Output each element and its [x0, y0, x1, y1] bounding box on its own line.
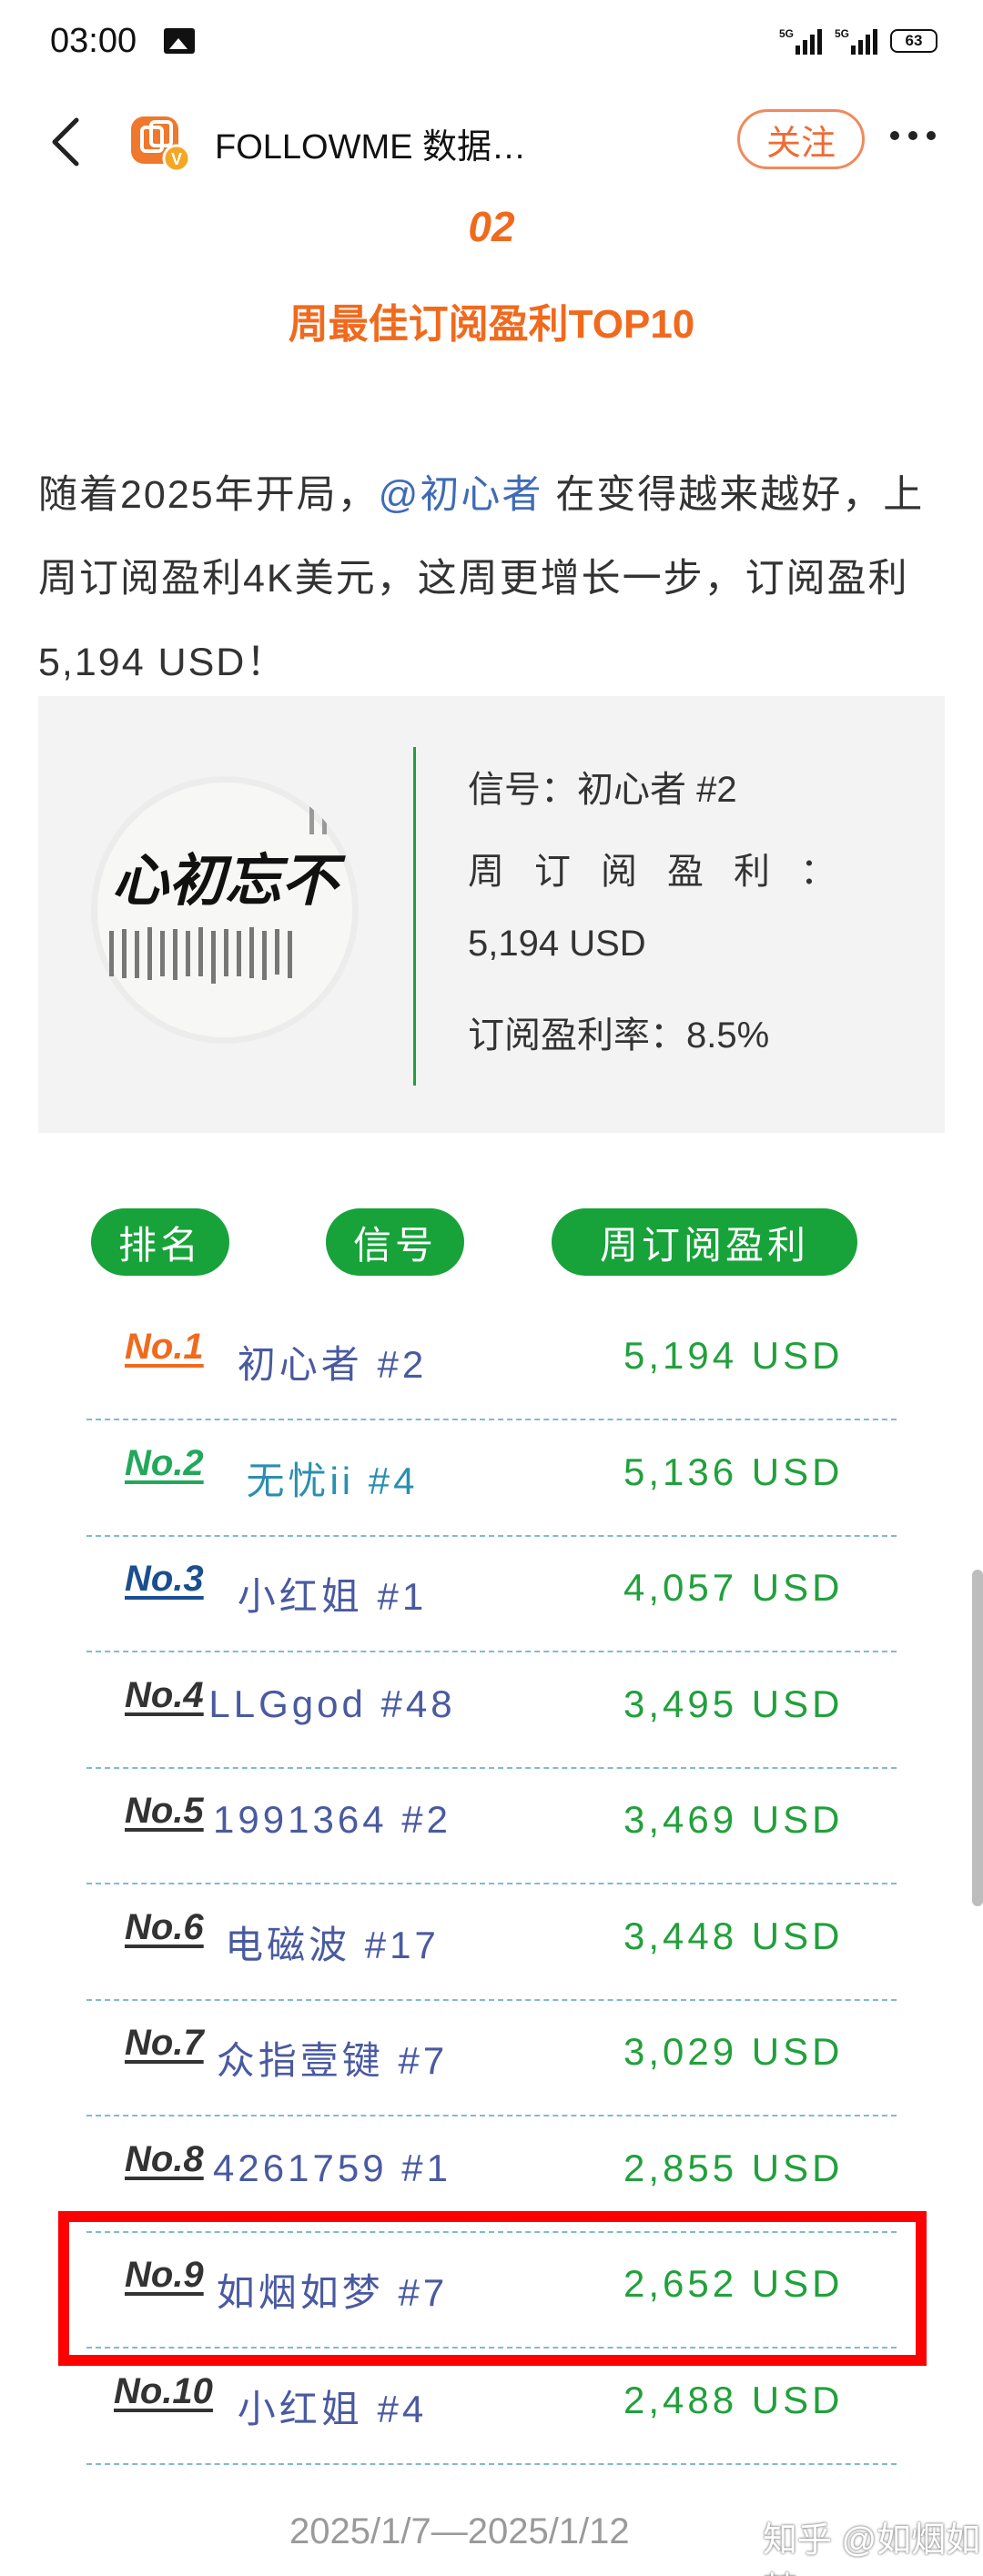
header-weekly-profit: 周订阅盈利: [552, 1208, 857, 1276]
profit-value: 2,855 USD: [623, 2147, 844, 2189]
signal-name[interactable]: 小红姐 #1: [187, 1566, 478, 1621]
table-row: No.2 无忧ii #4 5,136 USD: [86, 1419, 897, 1535]
date-range: 2025/1/7—2025/1/12: [289, 2511, 630, 2551]
status-bar: 03:00 5G 5G 63: [0, 0, 983, 82]
paragraph-text-1: 随着2025年开局，: [38, 473, 379, 517]
card-signal-line: 信号：初心者 #2: [468, 770, 737, 810]
profit-value: 3,469 USD: [623, 1798, 844, 1841]
table-row: No.7 众指壹键 #7 3,029 USD: [86, 1999, 897, 2115]
card-divider: [413, 747, 416, 1086]
signal-name[interactable]: 电磁波 #17: [187, 1914, 478, 1970]
table-row: No.6 电磁波 #17 3,448 USD: [86, 1884, 897, 1999]
calligraphy-image: 心初忘不: [97, 783, 352, 1037]
profit-value: 5,194 USD: [623, 1334, 844, 1377]
signal-name[interactable]: 无忧ii #4: [187, 1450, 478, 1506]
battery-icon: 63: [890, 29, 937, 53]
section-title: 周最佳订阅盈利TOP10: [288, 302, 695, 347]
signal-label: 5G: [779, 27, 795, 40]
profit-value: 3,029 USD: [623, 2030, 844, 2073]
signal-strength-icon: 5G: [779, 27, 822, 55]
table-row: No.4 LLGgod #48 3,495 USD: [86, 1652, 897, 1767]
signal-label-2: 5G: [835, 27, 850, 40]
status-time: 03:00: [50, 21, 137, 60]
followme-logo-icon[interactable]: V: [129, 111, 191, 173]
app-header: V FOLLOWME 数据… 关注: [0, 91, 983, 191]
table-row: No.3 小红姐 #1 4,057 USD: [86, 1535, 897, 1651]
mention-link[interactable]: @初心者: [379, 473, 543, 517]
section-number: 02: [468, 203, 515, 250]
signal-name[interactable]: 众指壹键 #7: [187, 2030, 478, 2086]
scrollbar[interactable]: [972, 1570, 983, 1906]
svg-text:V: V: [171, 150, 182, 168]
image-notification-icon: [164, 28, 196, 54]
svg-text:心初忘不: 心初忘不: [112, 847, 346, 914]
highlight-box: [58, 2211, 927, 2366]
profit-value: 3,448 USD: [623, 1914, 844, 1957]
table-row: No.1 初心者 #2 5,194 USD: [86, 1303, 897, 1419]
follow-button[interactable]: 关注: [737, 109, 865, 169]
watermark: 知乎 @如烟如梦: [763, 2521, 981, 2576]
profit-value: 4,057 USD: [623, 1566, 844, 1609]
header-signal: 信号: [326, 1208, 464, 1276]
card-profit-label: 周订阅盈利：: [468, 852, 866, 892]
card-rate-line: 订阅盈利率：8.5%: [468, 1015, 770, 1056]
back-button[interactable]: [46, 116, 91, 167]
intro-paragraph: 随着2025年开局，@初心者 在变得越来越好，上周订阅盈利4K美元，这周更增长一…: [38, 453, 948, 704]
screen: 03:00 5G 5G 63 V FOLLOWME 数据… 关注 02 周最佳订…: [0, 0, 983, 2576]
signal-name[interactable]: 1991364 #2: [187, 1798, 478, 1842]
profit-value: 2,488 USD: [623, 2379, 844, 2421]
signal-avatar: 心初忘不: [91, 776, 359, 1044]
signal-info-card: 心初忘不 信号：初心者 #2 周订阅盈利： 5,194 USD 订阅盈利率：8.…: [38, 696, 945, 1133]
chevron-left-icon: [52, 117, 79, 167]
signal-name[interactable]: 初心者 #2: [187, 1334, 478, 1389]
signal-name[interactable]: 4261759 #1: [187, 2147, 478, 2190]
more-options-icon[interactable]: [890, 131, 936, 140]
profit-value: 3,495 USD: [623, 1682, 844, 1725]
header-rank: 排名: [91, 1208, 229, 1276]
signal-strength-icon-2: 5G: [835, 27, 877, 55]
table-row: No.5 1991364 #2 3,469 USD: [86, 1767, 897, 1883]
row-separator: [86, 2463, 897, 2465]
account-title[interactable]: FOLLOWME 数据…: [215, 118, 526, 168]
profit-value: 5,136 USD: [623, 1450, 844, 1493]
signal-name[interactable]: LLGgod #48: [187, 1682, 478, 1726]
signal-name[interactable]: 小红姐 #4: [187, 2379, 478, 2434]
card-profit-value: 5,194 USD: [468, 924, 646, 964]
